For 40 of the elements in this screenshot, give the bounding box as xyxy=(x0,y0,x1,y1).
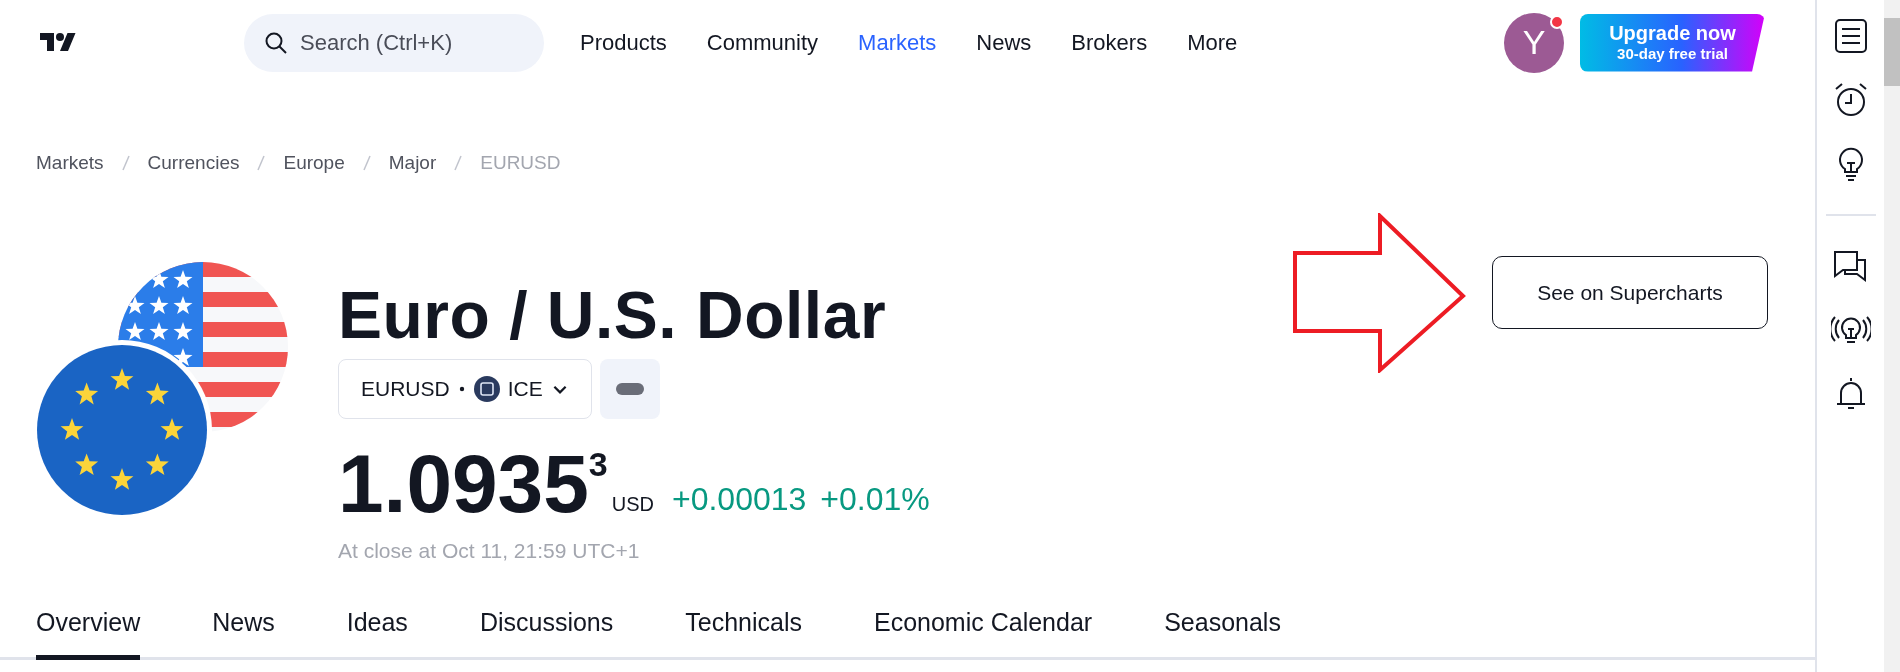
scrollbar-thumb[interactable] xyxy=(1884,18,1900,86)
tab[interactable]: Economic Calendar xyxy=(874,603,1093,660)
price-change: +0.00013 xyxy=(671,480,807,520)
breadcrumb-link[interactable]: Markets xyxy=(36,149,104,178)
symbol-title: Euro / U.S. Dollar xyxy=(338,278,888,352)
tab[interactable]: Ideas xyxy=(346,603,408,660)
tab[interactable]: News xyxy=(212,603,275,660)
nav-link[interactable]: Markets xyxy=(838,26,957,59)
exchange-logo-icon xyxy=(473,376,500,403)
search-icon xyxy=(264,30,288,55)
breadcrumb-separator xyxy=(257,155,266,172)
nav-link[interactable]: More xyxy=(1167,26,1258,59)
minus-button[interactable] xyxy=(599,359,660,420)
breadcrumb-link[interactable]: Europe xyxy=(283,149,345,178)
tab[interactable]: Technicals xyxy=(685,603,802,660)
price-change-percent: +0.01% xyxy=(820,480,930,520)
tab[interactable]: Seasonals xyxy=(1164,603,1281,660)
breadcrumb-separator xyxy=(121,155,130,172)
breadcrumb-separator xyxy=(454,155,463,172)
nav-link[interactable]: Products xyxy=(560,26,687,59)
minus-icon xyxy=(615,383,644,396)
separator-dot xyxy=(457,385,466,394)
symbol-selector[interactable]: EURUSD ICE xyxy=(338,359,592,420)
currency-label: USD xyxy=(611,492,654,518)
nav-link[interactable]: Community xyxy=(686,26,839,59)
tab[interactable]: Overview xyxy=(36,603,141,660)
search-field[interactable]: Search (Ctrl+K) xyxy=(244,13,544,72)
breadcrumb-link[interactable]: Major xyxy=(388,149,437,178)
nav-link[interactable]: Brokers xyxy=(1051,26,1168,59)
upgrade-button[interactable]: Upgrade now 30-day free trial xyxy=(1580,13,1765,72)
tab[interactable]: Discussions xyxy=(479,603,614,660)
breadcrumb-separator xyxy=(362,155,371,172)
market-status: At close at Oct 11, 21:59 UTC+1 xyxy=(338,538,641,565)
nav-link[interactable]: News xyxy=(956,26,1052,59)
price-value: 1.0935 xyxy=(338,443,589,526)
supercharts-button[interactable]: See on Supercharts xyxy=(1492,256,1768,329)
breadcrumb-link[interactable]: Currencies xyxy=(147,149,240,178)
scrollbar[interactable] xyxy=(1884,0,1900,672)
price-extra-digit: 3 xyxy=(588,444,608,484)
avatar[interactable]: Y xyxy=(1504,12,1564,73)
